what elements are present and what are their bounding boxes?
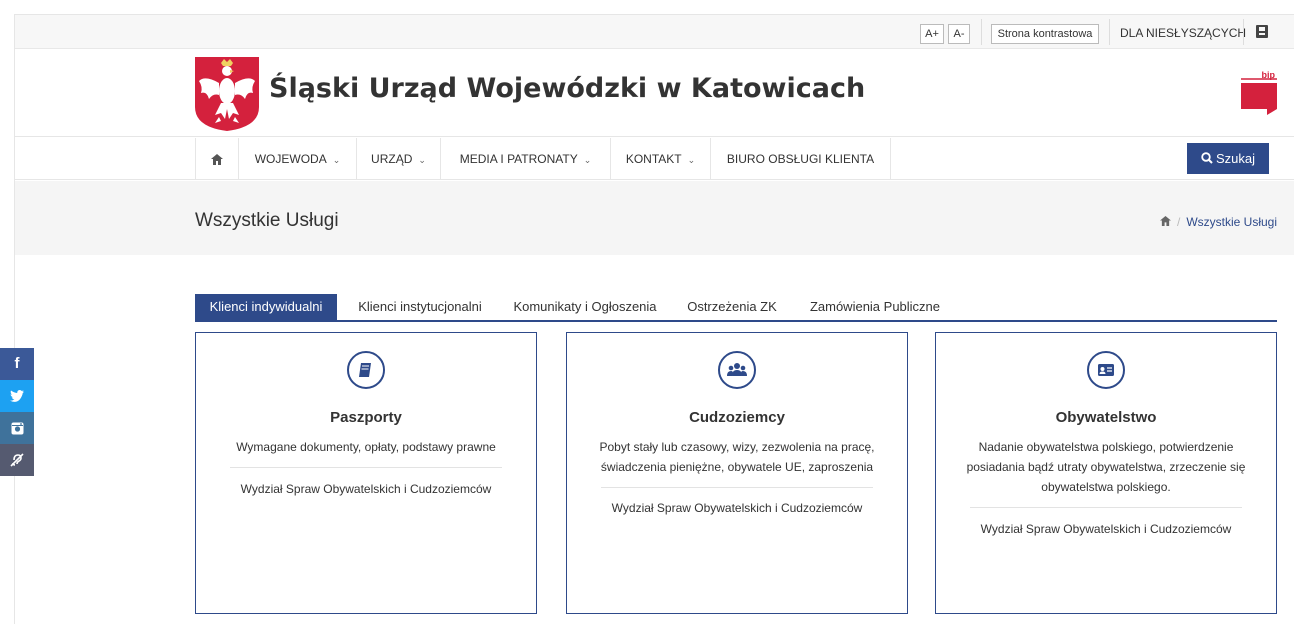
users-icon (718, 351, 756, 389)
search-icon (1201, 152, 1213, 164)
contrast-button[interactable]: Strona kontrastowa (991, 24, 1099, 44)
utility-bar: A+ A- Strona kontrastowa DLA NIESŁYSZĄCY… (15, 15, 1294, 49)
main-nav: WOJEWODA ⌄ URZĄD ⌄ MEDIA I PATRONATY ⌄ KONT… (15, 138, 1294, 180)
tab-klienci-indywidualni[interactable]: Klienci indywidualni (195, 294, 337, 322)
tab-zamowienia[interactable]: Zamówienia Publiczne (795, 294, 955, 322)
page-header: Wszystkie Usługi / Wszystkie Usługi (15, 181, 1294, 255)
deaf-icon (10, 453, 24, 467)
nav-home[interactable] (195, 138, 239, 180)
chevron-down-icon: ⌄ (687, 155, 696, 165)
nav-item-media[interactable]: MEDIA I PATRONATY ⌄ (441, 138, 611, 180)
breadcrumb-home-icon[interactable] (1160, 216, 1171, 226)
service-card-obywatelstwo[interactable]: Obywatelstwo Nadanie obywatelstwa polski… (935, 332, 1277, 614)
font-increase-button[interactable]: A+ (920, 24, 944, 44)
divider (1243, 19, 1244, 45)
instagram-button[interactable] (0, 412, 34, 444)
card-department: Wydział Spraw Obywatelskich i Cudzoziemc… (980, 522, 1232, 536)
card-title: Paszporty (330, 409, 402, 426)
chevron-down-icon: ⌄ (418, 155, 426, 165)
twitter-icon (10, 390, 24, 402)
bip-logo[interactable]: bip (1239, 71, 1279, 119)
chevron-down-icon: ⌄ (583, 155, 592, 165)
breadcrumb: / Wszystkie Usługi (1160, 215, 1277, 229)
divider (601, 487, 873, 488)
divider (970, 507, 1242, 508)
site-header: Śląski Urząd Wojewódzki w Katowicach bip (15, 49, 1294, 137)
service-tabs: Klienci indywidualni Klienci instytucjon… (195, 294, 1277, 322)
tab-ostrzezenia[interactable]: Ostrzeżenia ZK (677, 294, 787, 322)
divider (230, 467, 502, 468)
service-card-paszporty[interactable]: Paszporty Wymagane dokumenty, opłaty, po… (195, 332, 537, 614)
deaf-button[interactable] (0, 444, 34, 476)
bip-logo-text: bip (1262, 71, 1276, 80)
book-icon (347, 351, 385, 389)
search-label: Szukaj (1215, 151, 1256, 166)
twitter-button[interactable] (0, 380, 34, 412)
tab-komunikaty[interactable]: Komunikaty i Ogłoszenia (501, 294, 669, 322)
service-card-cudzoziemcy[interactable]: Cudzoziemcy Pobyt stały lub czasowy, wiz… (566, 332, 908, 614)
nav-item-urzad[interactable]: URZĄD ⌄ (357, 138, 441, 180)
site-title[interactable]: Śląski Urząd Wojewódzki w Katowicach (269, 73, 865, 104)
sign-language-icon[interactable] (1256, 25, 1268, 38)
tab-klienci-instytucjonalni[interactable]: Klienci instytucjonalni (347, 294, 493, 322)
breadcrumb-separator: / (1176, 215, 1181, 229)
coat-of-arms-logo[interactable] (195, 57, 259, 131)
card-description: Nadanie obywatelstwa polskiego, potwierd… (966, 440, 1246, 494)
facebook-icon: f (14, 355, 20, 372)
card-description: Pobyt stały lub czasowy, wizy, zezwoleni… (599, 440, 875, 474)
card-title: Cudzoziemcy (689, 409, 785, 426)
page-title: Wszystkie Usługi (195, 210, 339, 231)
font-decrease-button[interactable]: A- (948, 24, 970, 44)
card-description: Wymagane dokumenty, opłaty, podstawy pra… (236, 440, 496, 454)
divider (1109, 19, 1110, 45)
search-button[interactable]: Szukaj (1187, 143, 1269, 174)
divider (981, 19, 982, 45)
instagram-icon (11, 422, 23, 435)
browser-page: A+ A- Strona kontrastowa DLA NIESŁYSZĄCY… (14, 14, 1294, 624)
breadcrumb-current[interactable]: Wszystkie Usługi (1186, 215, 1277, 229)
deaf-link[interactable]: DLA NIESŁYSZĄCYCH (1120, 26, 1246, 40)
card-department: Wydział Spraw Obywatelskich i Cudzoziemc… (611, 501, 863, 515)
facebook-button[interactable]: f (0, 348, 34, 380)
nav-item-biuro[interactable]: BIURO OBSŁUGI KLIENTA (711, 138, 891, 180)
nav-item-wojewoda[interactable]: WOJEWODA ⌄ (239, 138, 357, 180)
card-title: Obywatelstwo (1055, 409, 1157, 426)
nav-item-kontakt[interactable]: KONTAKT ⌄ (611, 138, 711, 180)
card-department: Wydział Spraw Obywatelskich i Cudzoziemc… (240, 482, 492, 496)
home-icon (211, 154, 223, 166)
chevron-down-icon: ⌄ (332, 155, 341, 165)
id-card-icon (1087, 351, 1125, 389)
